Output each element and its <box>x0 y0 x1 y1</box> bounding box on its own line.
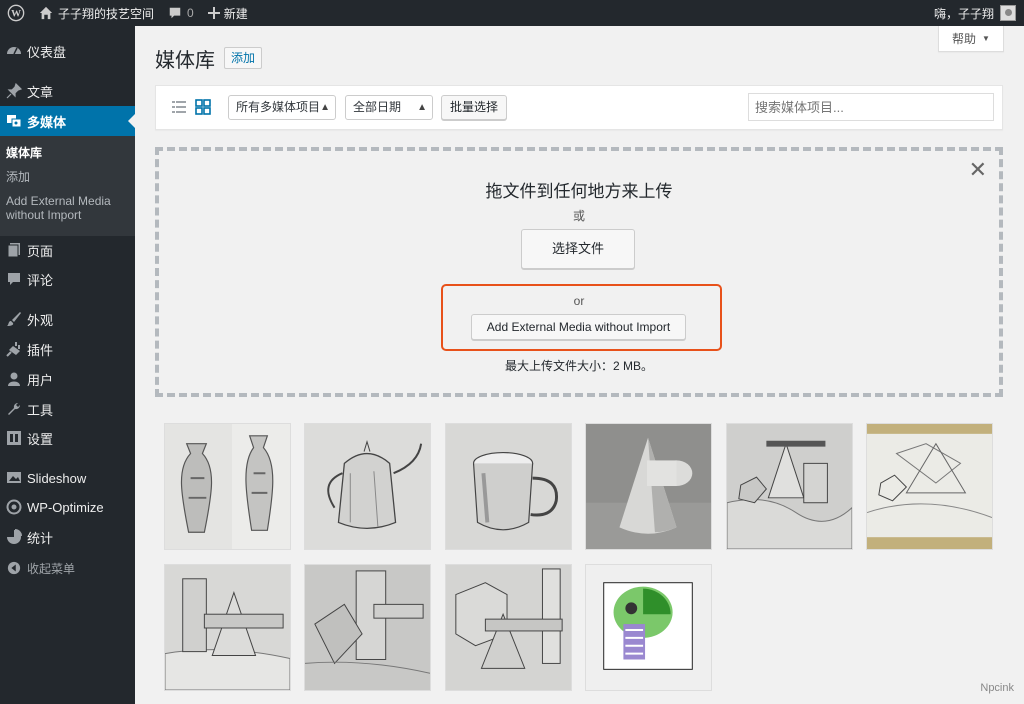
plus-icon <box>207 7 220 19</box>
media-thumbnail-cube-cone[interactable] <box>445 564 572 691</box>
menu-slideshow[interactable]: Slideshow <box>0 463 135 493</box>
pin-icon <box>4 83 24 99</box>
menu-settings[interactable]: 设置 <box>0 423 135 453</box>
page-title: 媒体库 <box>155 50 215 72</box>
menu-posts[interactable]: 文章 <box>0 76 135 106</box>
comments-count: 0 <box>187 6 194 20</box>
brush-icon <box>4 311 24 327</box>
new-content-link[interactable]: 新建 <box>201 0 255 26</box>
or-label-external: or <box>573 294 585 308</box>
media-thumbnail-mug[interactable] <box>445 423 572 550</box>
plugin-icon <box>4 341 24 357</box>
menu-stats[interactable]: 统计 <box>0 522 135 552</box>
wrench-icon <box>4 401 24 417</box>
menu-wp-optimize[interactable]: WP-Optimize <box>0 492 135 522</box>
max-upload-size: 最大上传文件大小：2 MB。 <box>504 359 653 373</box>
grid-view-icon[interactable] <box>195 99 211 115</box>
media-type-value: 所有多媒体项目 <box>236 100 321 114</box>
date-filter-select[interactable]: 全部日期 ▲ <box>345 95 433 120</box>
avatar <box>1000 5 1016 21</box>
or-label: 或 <box>572 209 585 223</box>
menu-plugins[interactable]: 插件 <box>0 334 135 364</box>
menu-appearance[interactable]: 外观 <box>0 304 135 334</box>
help-label: 帮助 <box>952 32 977 46</box>
bulk-select-button[interactable]: 批量选择 <box>441 95 507 120</box>
add-new-button[interactable]: 添加 <box>224 47 263 69</box>
media-submenu: 媒体库 添加 Add External Media without Import <box>0 136 135 236</box>
help-tab[interactable]: 帮助 ▼ <box>938 26 1004 52</box>
wordpress-logo-icon[interactable]: W <box>0 0 32 26</box>
menu-comments[interactable]: 评论 <box>0 264 135 294</box>
menu-label: 设置 <box>27 431 54 447</box>
page-icon <box>4 242 24 258</box>
media-icon <box>4 113 24 129</box>
menu-label: 工具 <box>27 402 54 418</box>
drop-title: 拖文件到任何地方来上传 <box>485 182 673 201</box>
optimize-icon <box>4 499 24 515</box>
menu-label: 评论 <box>27 272 54 288</box>
media-toolbar: 所有多媒体项目 ▲ 全部日期 ▲ 批量选择 <box>155 85 1003 130</box>
menu-tools[interactable]: 工具 <box>0 394 135 424</box>
submenu-external-media[interactable]: Add External Media without Import <box>6 194 126 222</box>
media-thumbnail-geometric-sketch[interactable] <box>866 423 993 550</box>
menu-label: 统计 <box>27 530 54 546</box>
select-arrows-icon: ▲ <box>417 102 427 113</box>
menu-label: WP-Optimize <box>27 499 104 515</box>
comment-icon <box>4 271 24 287</box>
stats-icon <box>4 529 24 545</box>
date-filter-value: 全部日期 <box>353 100 402 114</box>
settings-icon <box>4 430 24 446</box>
menu-pages[interactable]: 页面 <box>0 235 135 265</box>
admin-bar: W 子子翔的技艺空间 0 新建 嗨，子子翔 <box>0 0 1024 26</box>
home-icon <box>39 6 53 20</box>
comment-bubble-icon <box>168 6 182 20</box>
dashboard-icon <box>4 43 24 59</box>
submenu-library[interactable]: 媒体库 <box>6 146 42 160</box>
menu-collapse[interactable]: 收起菜单 <box>0 553 135 583</box>
site-name: 子子翔的技艺空间 <box>58 6 155 21</box>
menu-label: 用户 <box>27 372 54 388</box>
slideshow-icon <box>4 470 24 486</box>
comments-link[interactable]: 0 <box>161 0 201 26</box>
list-view-icon[interactable] <box>171 99 187 115</box>
media-thumbnail-cylinder-cross[interactable] <box>164 564 291 691</box>
media-type-select[interactable]: 所有多媒体项目 ▲ <box>228 95 336 120</box>
collapse-icon <box>4 561 24 575</box>
svg-text:W: W <box>11 9 21 20</box>
upload-dropzone[interactable]: ✕ 拖文件到任何地方来上传 或 选择文件 or Add External Med… <box>155 147 1003 397</box>
menu-media[interactable]: 多媒体 <box>0 106 135 136</box>
media-thumbnail-cone-cylinder[interactable] <box>585 423 712 550</box>
menu-dashboard[interactable]: 仪表盘 <box>0 36 135 66</box>
admin-sidebar: 仪表盘 文章 多媒体 媒体库 添加 Add External Media wit… <box>0 26 135 704</box>
search-input[interactable] <box>748 93 994 121</box>
menu-label: 收起菜单 <box>27 561 76 576</box>
media-thumbnail-still-life[interactable] <box>726 423 853 550</box>
site-name-link[interactable]: 子子翔的技艺空间 <box>32 0 161 26</box>
media-thumbnail-cylinder-prism[interactable] <box>304 564 431 691</box>
select-arrows-icon: ▲ <box>320 102 330 113</box>
user-icon <box>4 371 24 387</box>
select-files-button[interactable]: 选择文件 <box>521 229 635 269</box>
account-menu[interactable]: 嗨，子子翔 <box>927 0 1024 26</box>
menu-label: 插件 <box>27 342 54 358</box>
media-thumbnail-vases[interactable] <box>164 423 291 550</box>
menu-label: 仪表盘 <box>27 44 67 60</box>
main-content: 帮助 ▼ 媒体库 添加 所有多媒体项目 ▲ 全部日期 ▲ 批量选择 ✕ 拖文件到… <box>135 26 1024 704</box>
media-thumbnail-teapot[interactable] <box>304 423 431 550</box>
media-thumbnail-skull-scan[interactable] <box>585 564 712 691</box>
menu-label: 多媒体 <box>27 114 67 130</box>
menu-users[interactable]: 用户 <box>0 364 135 394</box>
caret-down-icon: ▼ <box>982 34 990 43</box>
greeting: 嗨，子子翔 <box>933 6 994 21</box>
menu-label: 文章 <box>27 84 54 100</box>
menu-label: Slideshow <box>27 470 87 486</box>
new-label: 新建 <box>223 6 248 21</box>
add-external-media-button[interactable]: Add External Media without Import <box>471 314 686 340</box>
watermark: Npcink <box>980 682 1014 694</box>
menu-label: 外观 <box>27 312 54 328</box>
menu-label: 页面 <box>27 243 54 259</box>
submenu-add[interactable]: 添加 <box>6 170 30 184</box>
